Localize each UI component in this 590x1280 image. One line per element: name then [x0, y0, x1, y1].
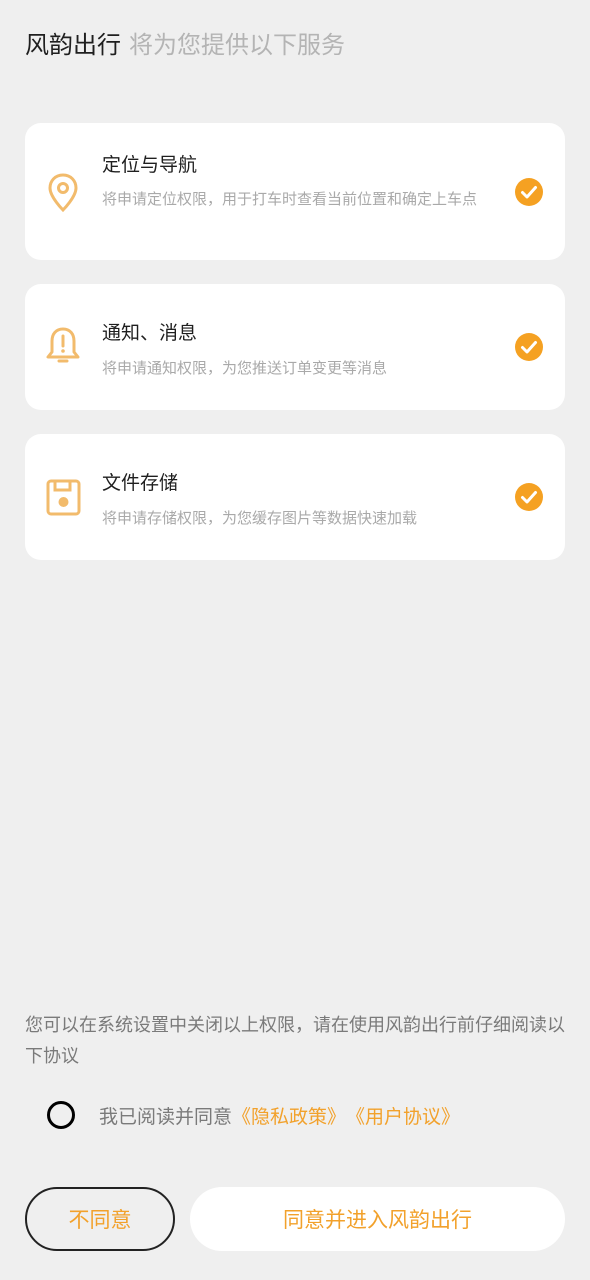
check-icon[interactable]	[515, 178, 543, 206]
permission-card-storage: 文件存储 将申请存储权限，为您缓存图片等数据快速加载	[25, 434, 565, 560]
permission-description: 将申请存储权限，为您缓存图片等数据快速加载	[102, 509, 418, 527]
bell-alert-icon	[43, 325, 83, 369]
permission-notice: 您可以在系统设置中关闭以上权限，请在使用风韵出行前仔细阅读以下协议	[25, 1015, 565, 1067]
user-agreement-link[interactable]: 《用户协议》	[346, 1102, 460, 1129]
permission-title: 通知、消息	[102, 322, 198, 344]
permission-title: 文件存储	[102, 472, 179, 494]
agreement-radio[interactable]	[47, 1101, 75, 1129]
permission-description: 将申请定位权限，用于打车时查看当前位置和确定上车点	[102, 190, 478, 208]
permission-description: 将申请通知权限，为您推送订单变更等消息	[102, 359, 388, 377]
floppy-disk-icon	[43, 476, 83, 520]
header-subtitle: 将为您提供以下服务	[129, 31, 345, 59]
permission-card-notification: 通知、消息 将申请通知权限，为您推送订单变更等消息	[25, 284, 565, 410]
agreement-text: 我已阅读并同意	[99, 1105, 233, 1128]
agree-label: 同意并进入风韵出行	[283, 1208, 472, 1232]
disagree-button[interactable]: 不同意	[25, 1187, 175, 1251]
check-icon[interactable]	[515, 483, 543, 511]
page-header: 风韵出行 将为您提供以下服务	[25, 28, 345, 62]
disagree-label: 不同意	[68, 1208, 132, 1232]
agree-button[interactable]: 同意并进入风韵出行	[190, 1187, 565, 1251]
location-pin-icon	[43, 171, 83, 215]
agreement-row: 我已阅读并同意 《隐私政策》 《用户协议》	[47, 1098, 460, 1132]
permission-title: 定位与导航	[102, 154, 198, 176]
privacy-policy-link[interactable]: 《隐私政策》	[232, 1102, 346, 1129]
check-icon[interactable]	[515, 333, 543, 361]
app-name: 风韵出行	[25, 31, 121, 59]
permission-card-location: 定位与导航 将申请定位权限，用于打车时查看当前位置和确定上车点	[25, 123, 565, 260]
